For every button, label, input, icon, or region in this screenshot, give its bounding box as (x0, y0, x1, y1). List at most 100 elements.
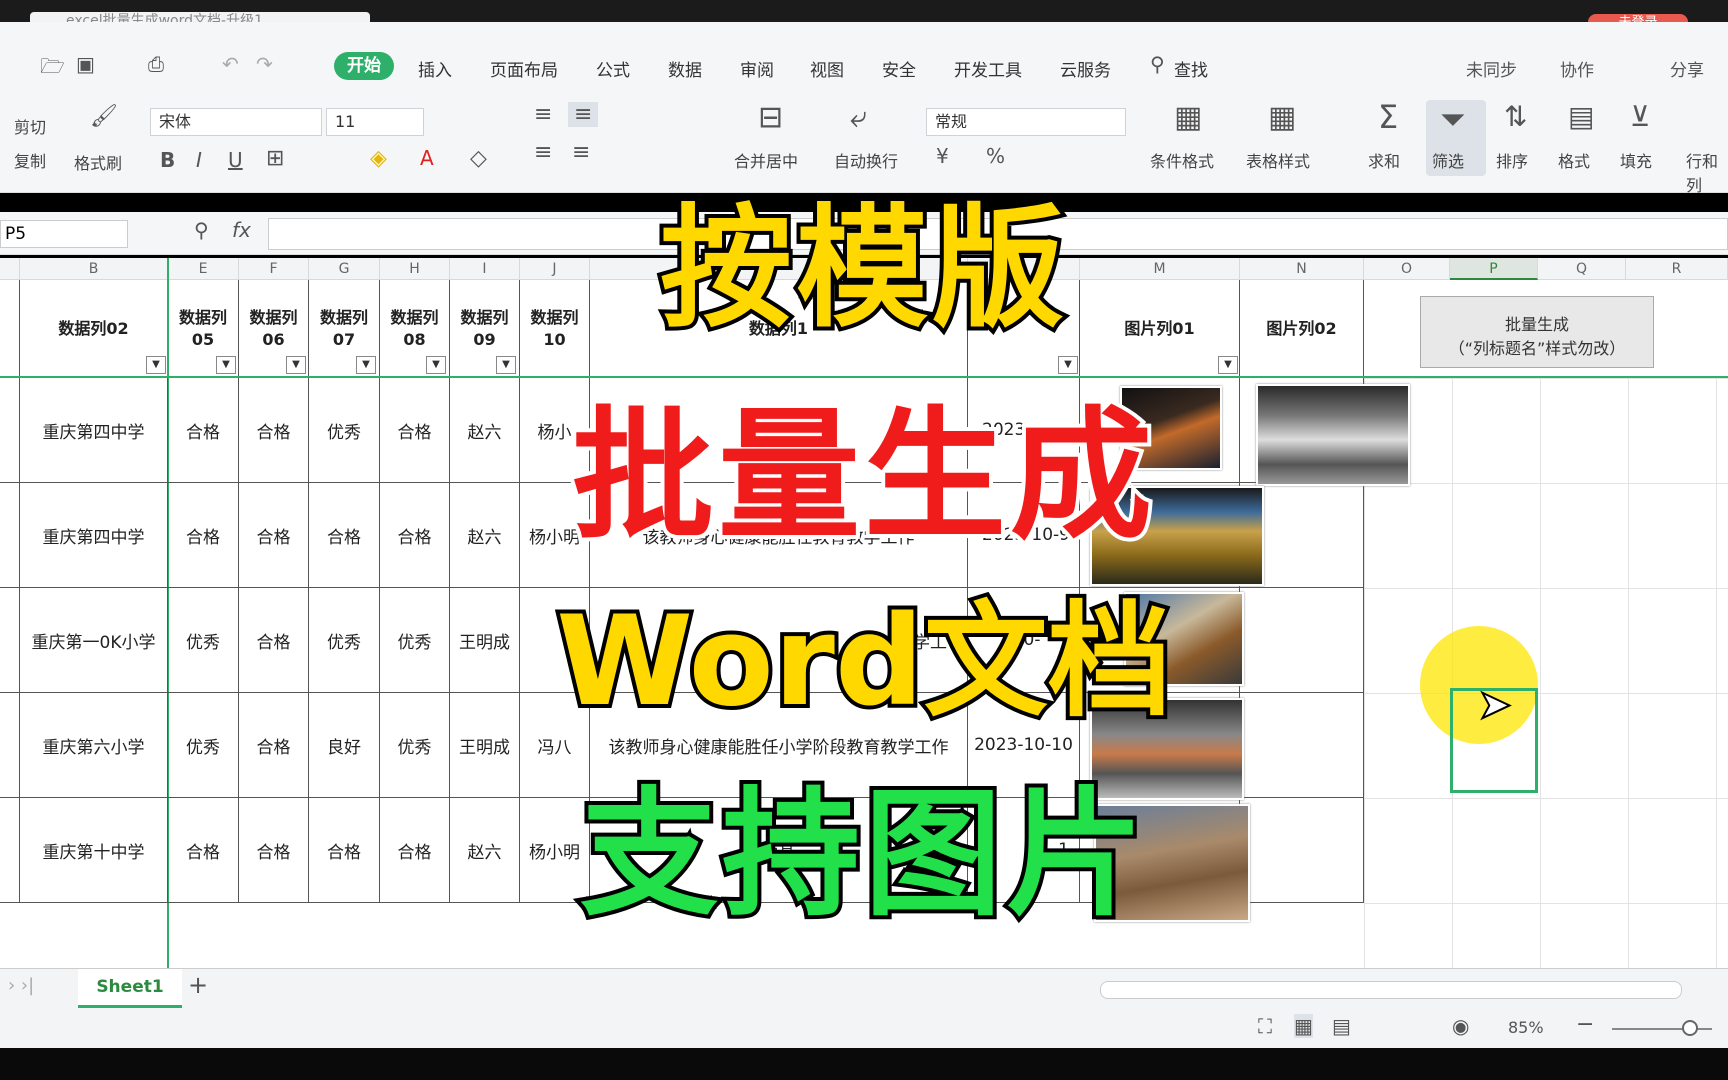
align-center-icon[interactable]: ≡ (572, 140, 590, 165)
row4-b[interactable]: 重庆第六小学 (20, 693, 168, 798)
row2-g[interactable]: 合格 (309, 483, 380, 588)
horizontal-scrollbar[interactable] (1100, 981, 1682, 999)
sheet-nav-icon[interactable]: › ›| (8, 975, 34, 996)
row3-l[interactable]: -10- (968, 588, 1080, 693)
fill-button[interactable]: 填充 (1620, 148, 1652, 172)
col-header-r[interactable]: R (1626, 258, 1728, 280)
search-label[interactable]: 查找 (1174, 56, 1208, 81)
filter-dropdown-m[interactable]: ▼ (1218, 356, 1238, 374)
fill-color-icon[interactable]: ◈ (370, 146, 387, 171)
row4-h[interactable]: 优秀 (380, 693, 450, 798)
photo-m3[interactable] (1124, 592, 1244, 686)
row3-i[interactable]: 王明成 (450, 588, 520, 693)
header-cell-j[interactable]: 数据列10 (520, 280, 590, 378)
sort-button[interactable]: 排序 (1496, 148, 1528, 172)
row4-l[interactable]: 2023-10-10 (968, 693, 1080, 798)
tab-review[interactable]: 审阅 (740, 56, 774, 81)
photo-m4[interactable] (1090, 698, 1244, 800)
header-cell-a[interactable] (0, 280, 20, 378)
conditional-format-button[interactable]: 条件格式 (1150, 148, 1214, 172)
border-icon[interactable]: ⊞ (266, 146, 284, 171)
share-button[interactable]: 分享 (1670, 56, 1704, 81)
row5-k[interactable]: 师身 (590, 798, 968, 903)
table-style-icon[interactable]: ▦ (1268, 100, 1296, 135)
percent-icon[interactable]: % (986, 144, 1005, 168)
font-size-select[interactable]: 11 (326, 108, 424, 136)
col-header-a[interactable] (0, 258, 20, 280)
row3-n[interactable] (1240, 588, 1364, 693)
row4-e[interactable]: 优秀 (168, 693, 239, 798)
row1-j[interactable]: 杨小 (520, 378, 590, 483)
row3-b[interactable]: 重庆第一0K小学 (20, 588, 168, 693)
header-cell-m[interactable]: 图片列01 (1080, 280, 1240, 378)
filter-dropdown-g[interactable]: ▼ (356, 356, 376, 374)
row3-j[interactable] (520, 588, 590, 693)
row5-e[interactable]: 合格 (168, 798, 239, 903)
col-header-n[interactable]: N (1240, 258, 1364, 280)
tab-page-layout[interactable]: 页面布局 (490, 56, 558, 81)
tab-start[interactable]: 开始 (334, 52, 394, 80)
tab-view[interactable]: 视图 (810, 56, 844, 81)
align-left-icon[interactable]: ≡ (534, 140, 552, 165)
row2-i[interactable]: 赵六 (450, 483, 520, 588)
row3-f[interactable]: 合格 (239, 588, 309, 693)
number-format-select[interactable]: 常规 (926, 108, 1126, 136)
align-top-icon[interactable]: ≡ (534, 102, 552, 127)
row3-h[interactable]: 优秀 (380, 588, 450, 693)
photo-m5[interactable] (1094, 804, 1250, 922)
row4-k[interactable]: 该教师身心健康能胜任小学阶段教育教学工作 (590, 693, 968, 798)
row4-a[interactable] (0, 693, 20, 798)
row-col-button[interactable]: 行和列 (1686, 148, 1728, 196)
col-header-l[interactable] (968, 258, 1080, 280)
col-header-p[interactable]: P (1450, 258, 1538, 280)
search-icon[interactable]: ⚲ (1150, 52, 1165, 76)
align-middle-icon[interactable]: ≡ (568, 102, 599, 127)
format-button[interactable]: 格式 (1558, 148, 1590, 172)
tab-security[interactable]: 安全 (882, 56, 916, 81)
filter-dropdown-l[interactable]: ▼ (1058, 356, 1078, 374)
name-box[interactable]: P5 (0, 220, 128, 248)
wrap-text-button[interactable]: 自动换行 (834, 148, 898, 172)
row3-g[interactable]: 优秀 (309, 588, 380, 693)
font-name-select[interactable]: 宋体 (150, 108, 322, 136)
sum-button[interactable]: 求和 (1368, 148, 1400, 172)
undo-icon[interactable]: ↶ (222, 52, 239, 76)
redo-icon[interactable]: ↷ (256, 52, 273, 76)
photo-m1[interactable] (1120, 386, 1222, 470)
tab-cloud[interactable]: 云服务 (1060, 56, 1111, 81)
currency-icon[interactable]: ¥ (936, 144, 949, 168)
format-painter-icon[interactable]: 🖌 (90, 104, 118, 129)
collab-button[interactable]: 协作 (1560, 56, 1594, 81)
merge-icon[interactable]: ⊟ (758, 100, 783, 135)
save-icon[interactable]: ▣ (76, 52, 95, 76)
row5-i[interactable]: 赵六 (450, 798, 520, 903)
filter-dropdown-i[interactable]: ▼ (496, 356, 516, 374)
col-header-k[interactable] (590, 258, 968, 280)
row5-g[interactable]: 合格 (309, 798, 380, 903)
col-header-m[interactable]: M (1080, 258, 1240, 280)
row1-l[interactable]: 2023- (968, 378, 1080, 483)
row1-b[interactable]: 重庆第四中学 (20, 378, 168, 483)
col-header-i[interactable]: I (450, 258, 520, 280)
eye-icon[interactable]: ◉ (1452, 1014, 1469, 1038)
col-header-e[interactable]: E (168, 258, 239, 280)
bold-icon[interactable]: B (160, 148, 175, 172)
filter-dropdown-h[interactable]: ▼ (426, 356, 446, 374)
format-painter-button[interactable]: 格式刷 (74, 150, 122, 174)
row5-a[interactable] (0, 798, 20, 903)
header-cell-n[interactable]: 图片列02 (1240, 280, 1364, 378)
col-header-j[interactable]: J (520, 258, 590, 280)
row4-n[interactable] (1240, 693, 1364, 798)
italic-icon[interactable]: I (196, 148, 202, 172)
col-header-f[interactable]: F (239, 258, 309, 280)
tab-insert[interactable]: 插入 (418, 56, 452, 81)
wrap-icon[interactable]: ⤶ (850, 100, 867, 135)
normal-view-icon[interactable]: ▦ (1294, 1014, 1313, 1038)
conditional-format-icon[interactable]: ▦ (1174, 100, 1202, 135)
filter-button[interactable]: ⏷ 筛选 (1426, 100, 1486, 176)
table-style-button[interactable]: 表格样式 (1246, 148, 1310, 172)
zoom-level[interactable]: 85% (1508, 1018, 1544, 1037)
row1-k[interactable]: 身 (590, 378, 968, 483)
formula-input[interactable] (268, 218, 1728, 250)
font-color-icon[interactable]: A (420, 146, 434, 170)
